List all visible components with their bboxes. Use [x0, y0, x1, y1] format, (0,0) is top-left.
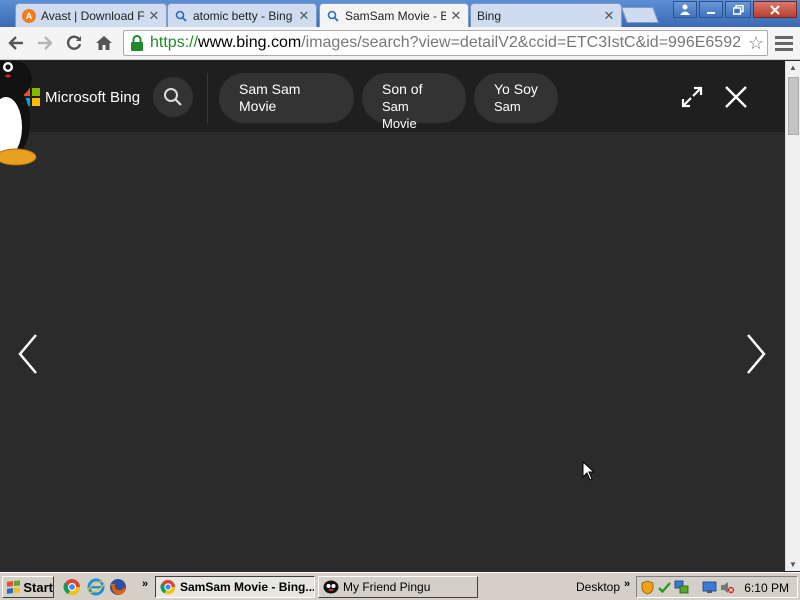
start-label: Start	[23, 579, 53, 595]
image-viewer: Microsoft Bing Sam Sam Movie Son of Sam …	[0, 61, 785, 571]
url-text: https://www.bing.com/images/search?view=…	[150, 34, 741, 52]
tab-title: Bing	[477, 8, 502, 23]
chip-label-line2: Sam Movie	[382, 99, 417, 131]
chip-label: Son of	[382, 81, 423, 97]
minimize-button[interactable]	[699, 1, 723, 18]
scroll-up-arrow-icon[interactable]: ▲	[789, 63, 797, 72]
bookmark-star-icon[interactable]: ☆	[748, 33, 764, 54]
start-button[interactable]: Start	[2, 576, 54, 598]
vertical-scrollbar[interactable]: ▲ ▼	[785, 61, 800, 571]
expand-icon[interactable]	[680, 85, 704, 109]
search-icon	[326, 9, 340, 23]
desktop-toolbar-label[interactable]: Desktop	[576, 580, 620, 594]
volume-muted-icon[interactable]	[720, 580, 735, 595]
close-tab-icon[interactable]: ✕	[450, 8, 462, 24]
tab-atomic-betty[interactable]: atomic betty - Bing ✕	[167, 3, 317, 27]
next-image-button[interactable]	[740, 331, 770, 377]
user-icon[interactable]	[673, 1, 697, 18]
tab-title: atomic betty - Bing	[193, 8, 293, 23]
search-icon	[174, 9, 188, 23]
chip-label-line2: Sam	[494, 99, 521, 114]
network-icon[interactable]	[674, 580, 689, 595]
new-tab-button[interactable]	[621, 7, 659, 23]
display-icon[interactable]	[702, 580, 717, 595]
close-icon[interactable]	[724, 85, 748, 109]
tab-samsam-movie[interactable]: SamSam Movie - Bing ✕	[319, 3, 469, 27]
search-icon	[164, 88, 182, 106]
bing-logo-text: Microsoft Bing	[45, 88, 141, 106]
close-tab-icon[interactable]: ✕	[603, 8, 615, 24]
restore-button[interactable]	[725, 1, 751, 18]
quick-launch-more-icon[interactable]: »	[142, 578, 148, 590]
avast-icon: A	[22, 8, 36, 23]
url-scheme: https://	[150, 34, 199, 51]
system-tray: 6:10 PM	[636, 576, 798, 598]
bing-header: Microsoft Bing Sam Sam Movie Son of Sam …	[0, 61, 785, 132]
tab-avast[interactable]: A Avast | Download Fr ✕	[15, 3, 167, 27]
tab-title: Avast | Download Fr	[41, 8, 144, 23]
pingu-icon[interactable]	[0, 61, 40, 169]
chrome-icon[interactable]	[63, 578, 81, 596]
reload-button[interactable]	[63, 32, 85, 54]
mouse-cursor-icon	[582, 461, 596, 481]
window-close-button[interactable]	[753, 1, 797, 18]
chip-label: Yo Soy	[494, 81, 538, 97]
taskbar: Start » SamSam Movie - Bing... My Friend…	[0, 572, 800, 600]
scroll-down-arrow-icon[interactable]: ▼	[789, 560, 797, 569]
menu-icon[interactable]	[775, 33, 793, 53]
browser-toolbar: https://www.bing.com/images/search?view=…	[0, 27, 800, 60]
address-bar[interactable]: https://www.bing.com/images/search?view=…	[123, 30, 768, 56]
scroll-thumb[interactable]	[788, 77, 799, 135]
firefox-icon[interactable]	[109, 578, 127, 596]
close-tab-icon[interactable]: ✕	[298, 8, 310, 24]
search-button[interactable]	[153, 77, 193, 117]
task-label: My Friend Pingu	[343, 580, 431, 594]
related-search-chip[interactable]: Yo Soy Sam	[474, 73, 558, 123]
chrome-icon	[160, 579, 176, 595]
task-button-pingu[interactable]: My Friend Pingu	[318, 576, 478, 598]
tab-strip: A Avast | Download Fr ✕ atomic betty - B…	[0, 0, 800, 27]
url-host: www.bing.com	[198, 34, 302, 51]
back-button[interactable]	[5, 32, 27, 54]
lock-icon[interactable]	[128, 34, 146, 52]
forward-button[interactable]	[34, 32, 56, 54]
url-path: /images/search?view=detailV2&ccid=ETC3Is…	[301, 34, 741, 51]
task-button-browser[interactable]: SamSam Movie - Bing...	[155, 576, 315, 598]
windows-logo-icon	[7, 580, 20, 594]
checkmark-icon[interactable]	[657, 580, 672, 595]
previous-image-button[interactable]	[14, 331, 44, 377]
chip-label: Sam Sam Movie	[239, 81, 301, 114]
toolbar-more-icon[interactable]: »	[624, 578, 630, 590]
header-divider	[207, 73, 208, 123]
tab-bing[interactable]: Bing ✕	[470, 3, 622, 27]
related-search-chip[interactable]: Son of Sam Movie	[362, 73, 466, 131]
related-search-chip[interactable]: Sam Sam Movie	[219, 73, 354, 123]
close-tab-icon[interactable]: ✕	[148, 8, 160, 24]
security-shield-icon[interactable]	[640, 580, 655, 595]
tab-title: SamSam Movie - Bing	[345, 8, 446, 23]
clock[interactable]: 6:10 PM	[744, 581, 789, 595]
pingu-icon	[323, 580, 339, 594]
task-label: SamSam Movie - Bing...	[180, 580, 315, 594]
home-button[interactable]	[93, 32, 115, 54]
internet-explorer-icon[interactable]	[87, 578, 105, 596]
